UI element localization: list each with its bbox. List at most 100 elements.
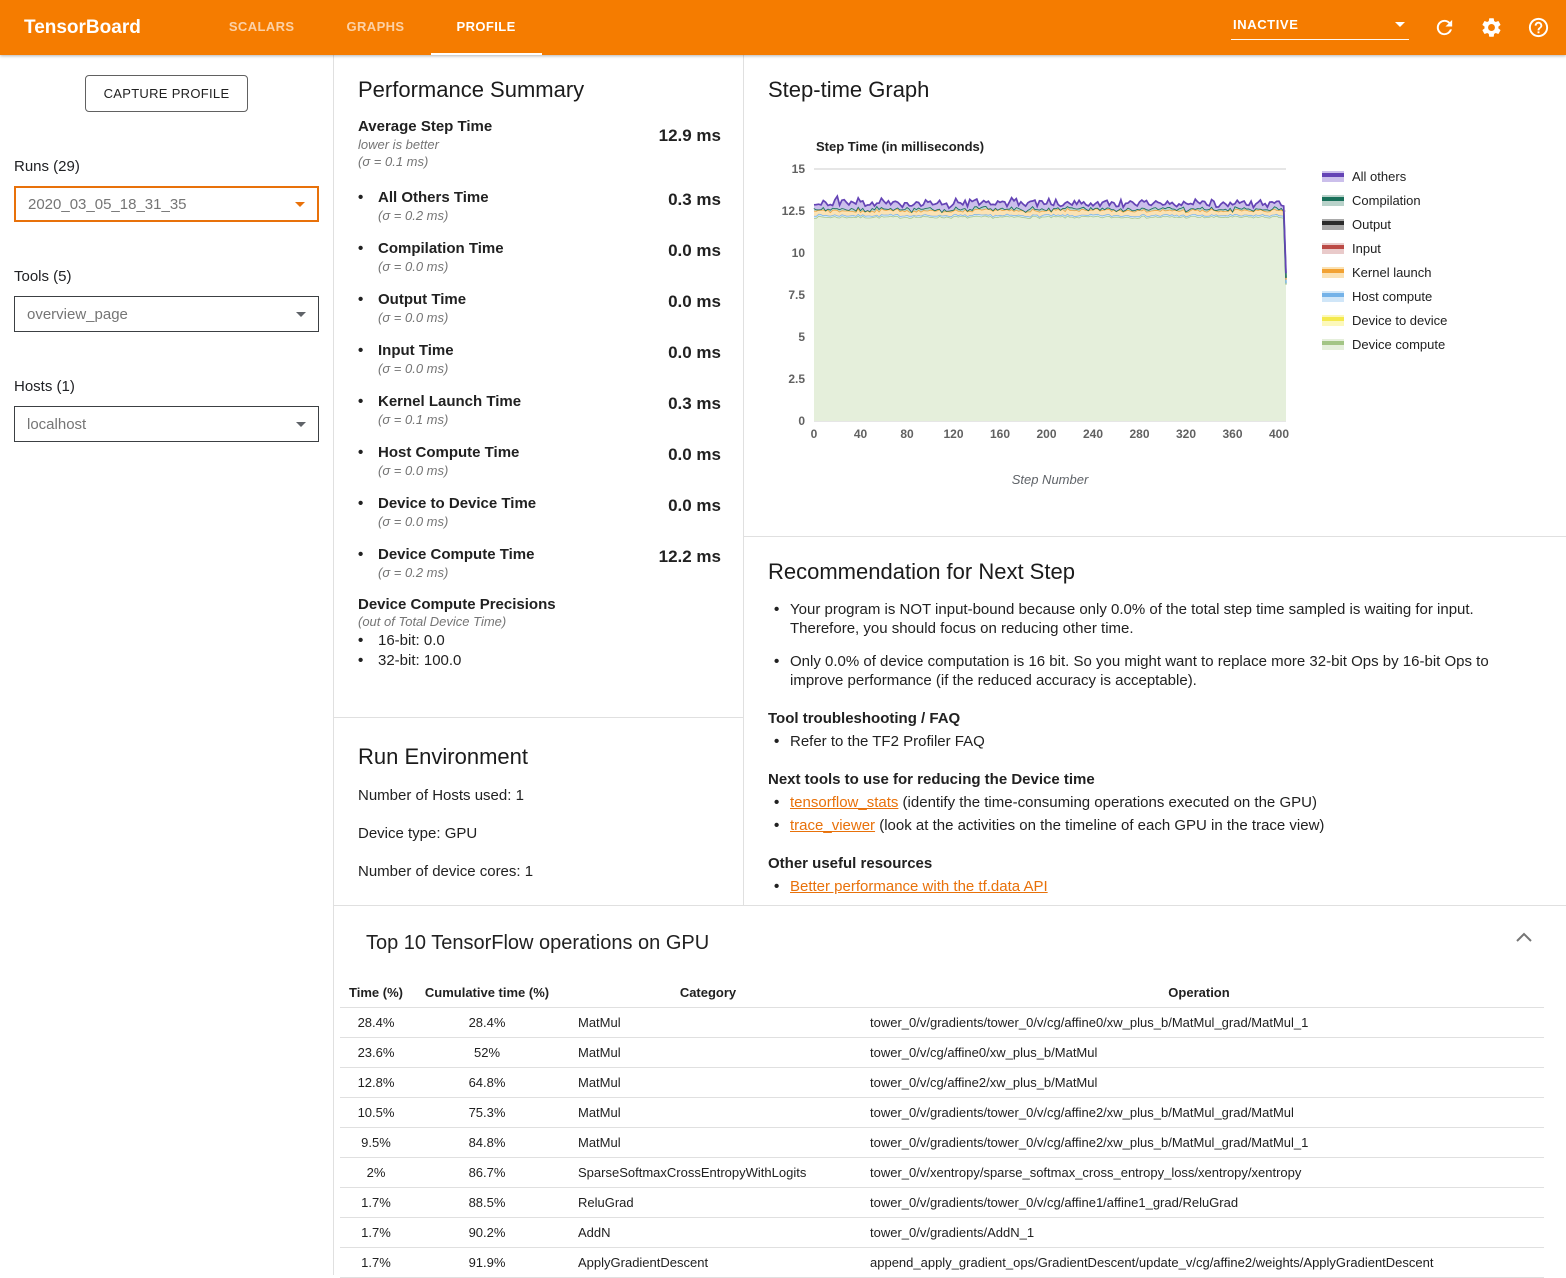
metric-note: lower is better	[358, 136, 492, 153]
tab-scalars[interactable]: SCALARS	[203, 0, 321, 55]
recommendation-bullet: Your program is NOT input-bound because …	[768, 600, 1526, 638]
table-cell: ReluGrad	[562, 1188, 854, 1218]
metric-label: Average Step Time	[358, 117, 492, 136]
metric-value: 12.9 ms	[659, 117, 721, 170]
svg-text:12.5: 12.5	[782, 204, 806, 218]
precisions-note: (out of Total Device Time)	[358, 614, 743, 629]
svg-text:200: 200	[1036, 427, 1056, 441]
table-cell: 64.8%	[412, 1068, 562, 1098]
table-cell: 23.6%	[340, 1038, 412, 1068]
hosts-dropdown[interactable]: localhost	[14, 406, 319, 442]
table-cell: SparseSoftmaxCrossEntropyWithLogits	[562, 1158, 854, 1188]
table-row: 2%86.7%SparseSoftmaxCrossEntropyWithLogi…	[340, 1158, 1544, 1188]
table-cell: 1.7%	[340, 1248, 412, 1278]
run-env-line: Number of Hosts used: 1	[358, 787, 719, 804]
metric-item: •Device to Device Time(σ = 0.0 ms)0.0 ms	[358, 494, 743, 530]
next-tool-item: tensorflow_stats (identify the time-cons…	[768, 793, 1526, 812]
recommendation-section: Recommendation for Next Step Your progra…	[744, 537, 1566, 900]
table-cell: 88.5%	[412, 1188, 562, 1218]
table-cell: MatMul	[562, 1068, 854, 1098]
hosts-dropdown-value: localhost	[27, 416, 86, 433]
legend-swatch	[1322, 339, 1344, 350]
svg-text:7.5: 7.5	[788, 288, 805, 302]
table-cell: tower_0/v/gradients/tower_0/v/cg/affine2…	[854, 1128, 1544, 1158]
table-cell: MatMul	[562, 1128, 854, 1158]
tools-label: Tools (5)	[14, 268, 319, 285]
legend-item: Host compute	[1322, 289, 1447, 304]
next-tools-list: tensorflow_stats (identify the time-cons…	[768, 793, 1526, 835]
runs-dropdown[interactable]: 2020_03_05_18_31_35	[14, 186, 319, 222]
legend-swatch	[1322, 267, 1344, 278]
svg-text:0: 0	[798, 414, 805, 428]
column-header: Time (%)	[340, 978, 412, 1008]
run-environment-title: Run Environment	[358, 744, 719, 770]
svg-text:2.5: 2.5	[788, 372, 805, 386]
table-header-row: Time (%)Cumulative time (%)CategoryOpera…	[340, 978, 1544, 1008]
help-button[interactable]	[1527, 16, 1550, 39]
table-row: 1.7%91.9%ApplyGradientDescentappend_appl…	[340, 1248, 1544, 1278]
tool-link[interactable]: tensorflow_stats	[790, 794, 898, 811]
faq-title: Tool troubleshooting / FAQ	[768, 710, 1526, 727]
legend-item: Input	[1322, 241, 1447, 256]
table-row: 12.8%64.8%MatMultower_0/v/cg/affine2/xw_…	[340, 1068, 1544, 1098]
table-cell: 52%	[412, 1038, 562, 1068]
other-resources-list: Better performance with the tf.data API	[768, 877, 1526, 896]
settings-button[interactable]	[1480, 16, 1503, 39]
table-cell: 28.4%	[340, 1008, 412, 1038]
refresh-button[interactable]	[1433, 16, 1456, 39]
metric-item: •Input Time(σ = 0.0 ms)0.0 ms	[358, 341, 743, 377]
metric-item: •Device Compute Time(σ = 0.2 ms)12.2 ms	[358, 545, 743, 581]
faq-bullet: Refer to the TF2 Profiler FAQ	[768, 732, 1526, 751]
tools-dropdown[interactable]: overview_page	[14, 296, 319, 332]
svg-text:280: 280	[1130, 427, 1150, 441]
svg-text:240: 240	[1083, 427, 1103, 441]
step-time-chart: Step Time (in milliseconds) 02.557.51012…	[768, 139, 1312, 487]
table-cell: MatMul	[562, 1008, 854, 1038]
resource-link[interactable]: Better performance with the tf.data API	[790, 878, 1048, 895]
app-logo: TensorBoard	[24, 17, 141, 39]
chevron-down-icon	[296, 312, 306, 317]
precisions-list: •16-bit: 0.0•32-bit: 100.0	[358, 631, 743, 671]
precision-item: •32-bit: 100.0	[358, 651, 743, 671]
table-cell: AddN	[562, 1218, 854, 1248]
resource-item: Better performance with the tf.data API	[768, 877, 1526, 896]
run-env-line: Device type: GPU	[358, 825, 719, 842]
tab-profile[interactable]: PROFILE	[431, 0, 542, 55]
recommendation-title: Recommendation for Next Step	[768, 559, 1526, 585]
run-environment-section: Run Environment Number of Hosts used: 1 D…	[334, 718, 743, 901]
tool-link[interactable]: trace_viewer	[790, 817, 875, 834]
top-ops-table: Time (%)Cumulative time (%)CategoryOpera…	[340, 978, 1544, 1278]
legend-item: Device to device	[1322, 313, 1447, 328]
status-dropdown[interactable]: INACTIVE	[1231, 15, 1409, 40]
precision-item: •16-bit: 0.0	[358, 631, 743, 651]
metric-item: •Host Compute Time(σ = 0.0 ms)0.0 ms	[358, 443, 743, 479]
table-cell: ApplyGradientDescent	[562, 1248, 854, 1278]
svg-text:360: 360	[1223, 427, 1243, 441]
legend-item: Compilation	[1322, 193, 1447, 208]
chevron-up-icon	[1516, 932, 1532, 942]
legend-swatch	[1322, 195, 1344, 206]
table-row: 28.4%28.4%MatMultower_0/v/gradients/towe…	[340, 1008, 1544, 1038]
sidebar: CAPTURE PROFILE Runs (29) 2020_03_05_18_…	[0, 55, 334, 1275]
table-cell: 1.7%	[340, 1218, 412, 1248]
table-row: 23.6%52%MatMultower_0/v/cg/affine0/xw_pl…	[340, 1038, 1544, 1068]
collapse-section-button[interactable]	[1512, 928, 1536, 946]
svg-text:10: 10	[792, 246, 806, 260]
table-row: 9.5%84.8%MatMultower_0/v/gradients/tower…	[340, 1128, 1544, 1158]
metrics-list: •All Others Time(σ = 0.2 ms)0.3 ms•Compi…	[358, 188, 743, 581]
tools-dropdown-value: overview_page	[27, 306, 128, 323]
next-tools-title: Next tools to use for reducing the Devic…	[768, 771, 1526, 788]
chevron-down-icon	[1395, 22, 1405, 27]
legend-swatch	[1322, 243, 1344, 254]
table-cell: tower_0/v/xentropy/sparse_softmax_cross_…	[854, 1158, 1544, 1188]
nav-tabs: SCALARS GRAPHS PROFILE	[203, 0, 542, 55]
metric-item: •Output Time(σ = 0.0 ms)0.0 ms	[358, 290, 743, 326]
svg-text:0: 0	[811, 427, 818, 441]
tab-graphs[interactable]: GRAPHS	[320, 0, 430, 55]
table-cell: 9.5%	[340, 1128, 412, 1158]
svg-text:320: 320	[1176, 427, 1196, 441]
legend-item: Device compute	[1322, 337, 1447, 352]
capture-profile-button[interactable]: CAPTURE PROFILE	[85, 75, 249, 112]
table-cell: 10.5%	[340, 1098, 412, 1128]
table-cell: 91.9%	[412, 1248, 562, 1278]
